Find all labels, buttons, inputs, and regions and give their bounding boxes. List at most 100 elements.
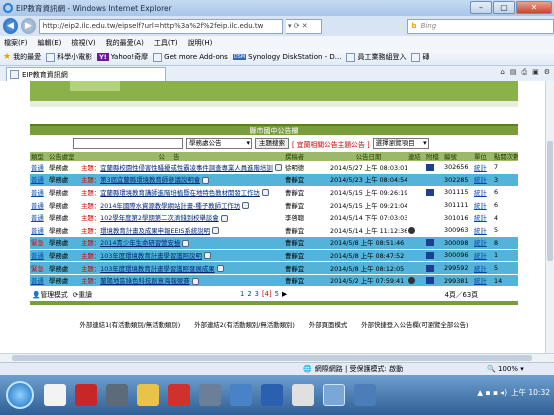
cell-subject[interactable]: 主題：103年度環境教育計畫學習護照說明 [80,249,284,263]
page-2[interactable]: 2 [247,290,251,298]
view-icon[interactable] [261,189,269,197]
cell-subject[interactable]: 主題：環境教育計畫及成果申報EEIS系統說明 [80,223,284,238]
subject-link[interactable]: 宜蘭縣環境教育講師進階培植暨在地特色教材開發工作坊 [100,189,260,197]
cell-subject[interactable]: 主題：第3屆宜蘭縣環境教育師參議說明會 [80,173,284,187]
network-app-icon[interactable] [230,384,252,406]
view-icon[interactable] [242,202,250,210]
cell-type[interactable]: 普通 [30,223,48,238]
view-icon[interactable] [182,239,190,247]
menu-tools[interactable]: 工具(T) [154,38,178,48]
cell-unit[interactable]: 統計 [473,161,493,175]
cell-link[interactable] [407,249,425,263]
cell-unit[interactable]: 統計 [473,211,493,225]
cell-type[interactable]: 普通 [30,186,48,200]
view-icon[interactable] [274,164,282,172]
cell-link[interactable] [407,274,425,288]
page-menu-icon[interactable]: ▣ [532,68,539,77]
feeds-icon[interactable]: ▤ [510,68,517,77]
cell-type[interactable]: 普通 [30,173,48,187]
search-input[interactable]: b Bing [406,18,554,34]
menu-edit[interactable]: 編輯(E) [38,38,62,48]
start-button[interactable] [6,381,34,409]
cell-subject[interactable]: 主題：宜蘭縣環境教育講師進階培植暨在地特色教材開發工作坊 [80,186,284,200]
cell-attachment[interactable] [425,211,443,225]
attachment-icon[interactable] [426,251,434,259]
cell-type[interactable]: 普通 [30,161,48,175]
cell-attachment[interactable] [425,249,443,263]
cell-link[interactable] [407,186,425,200]
maximize-button[interactable]: ▢ [493,1,515,14]
related-topic-link[interactable]: [ 宜蘭相關公告主題公告 ] [292,139,370,149]
cell-attachment[interactable] [425,161,443,175]
page-1[interactable]: 1 [240,290,244,298]
favorites-button[interactable]: ★ 我的最愛 [3,52,41,62]
cell-attachment[interactable] [425,173,443,187]
menu-file[interactable]: 檔案(F) [4,38,28,48]
fav-item-synology[interactable]: DSM Synology DiskStation - D... [232,53,341,61]
app4-icon[interactable] [354,384,376,406]
cell-subject[interactable]: 主題：2014年國際水資源教學網站計畫-種子教師工作坊 [80,198,284,212]
cell-unit[interactable]: 統計 [473,236,493,250]
dept-select[interactable]: 學務處公告 [186,138,252,149]
ext-link-1[interactable]: 外部連結1(有活動類別/無活動類別) [80,320,181,329]
ext-link-4[interactable]: 外部快捷登入公告欄(可瀏覽全部公告) [361,320,468,329]
cell-subject[interactable]: 主題：宜蘭縣校園性侵害性騷擾或性霸凌事件調查專業人員進階培訓 [80,161,284,175]
subject-link[interactable]: 蘭陽地區綠色科技創意海報競賽 [100,277,189,285]
attachment-icon[interactable] [426,188,434,196]
subject-link[interactable]: 103年度環境教育計畫學習護照說明 [100,252,202,260]
forward-button[interactable]: ▶ [20,18,36,34]
attachment-icon[interactable] [426,163,434,171]
cell-unit[interactable]: 統計 [473,198,493,212]
cell-unit[interactable]: 統計 [473,186,493,200]
cell-attachment[interactable] [425,274,443,288]
cell-link[interactable] [407,236,425,250]
page-5[interactable]: 5 [275,290,279,298]
cell-type[interactable]: 普通 [30,274,48,288]
subject-link[interactable]: 環境教育計畫及成果申報EEIS系統說明 [100,227,210,235]
link-icon[interactable] [408,226,415,234]
ext-link-3[interactable]: 外部頁面模式 [309,320,347,329]
subject-link[interactable]: 第3屆宜蘭縣環境教育師參議說明會 [100,176,200,184]
cell-subject[interactable]: 主題：蘭陽地區綠色科技創意海報競賽 [80,274,284,288]
ie-taskbar-icon[interactable] [323,384,345,406]
page-3[interactable]: 3 [255,290,259,298]
view-icon[interactable] [220,214,228,222]
cell-unit[interactable]: 統計 [473,274,493,288]
attachment-icon[interactable] [426,277,434,285]
word-icon[interactable] [261,384,283,406]
view-icon[interactable] [202,176,210,184]
acrobat-icon[interactable] [75,384,97,406]
menu-favorites[interactable]: 我的最愛(A) [106,38,144,48]
ext-link-2[interactable]: 外部連結2(有活動類別/無活動類別) [194,320,295,329]
fav-item-more[interactable]: 磚 [411,52,429,62]
folder-icon[interactable] [137,384,159,406]
cell-subject[interactable]: 主題：103年度環境教育計畫學習護照發展成果 [80,261,284,275]
view-icon[interactable] [212,227,220,235]
reload-link[interactable]: ⟳重讀 [73,289,92,299]
fav-item-yahoo[interactable]: Y! Yahoo!奇摩 [97,52,148,62]
next-page-icon[interactable]: ▶ [282,290,287,298]
cell-link[interactable] [407,198,425,212]
cell-unit[interactable]: 統計 [473,173,493,187]
zoom-level[interactable]: 🔍 100% ▾ [487,365,524,373]
app-icon[interactable] [106,384,128,406]
cell-type[interactable]: 緊急 [30,236,48,250]
menu-view[interactable]: 檢視(V) [71,38,95,48]
cell-unit[interactable]: 統計 [473,261,493,275]
cell-attachment[interactable] [425,198,443,212]
tab-eip[interactable]: EIP教育資訊網 [6,67,166,81]
back-button[interactable]: ◀ [3,18,18,34]
subject-link[interactable]: 102學年度第2學期第二次濟錢到校舉談會 [100,214,219,222]
fav-item-movie[interactable]: 科學小電影 [46,52,92,62]
vertical-scrollbar[interactable] [545,81,554,353]
powerpoint-icon[interactable] [168,384,190,406]
link-icon[interactable] [408,277,415,285]
cell-attachment[interactable] [425,261,443,275]
fav-item-login[interactable]: 員工業務組登入 [346,52,406,62]
minimize-button[interactable]: – [470,1,492,14]
cell-type[interactable]: 普通 [30,249,48,263]
cell-link[interactable] [407,161,425,175]
explorer-icon[interactable] [44,384,66,406]
view-icon[interactable] [216,265,224,273]
clock[interactable]: 上午 10:32 [511,387,550,398]
